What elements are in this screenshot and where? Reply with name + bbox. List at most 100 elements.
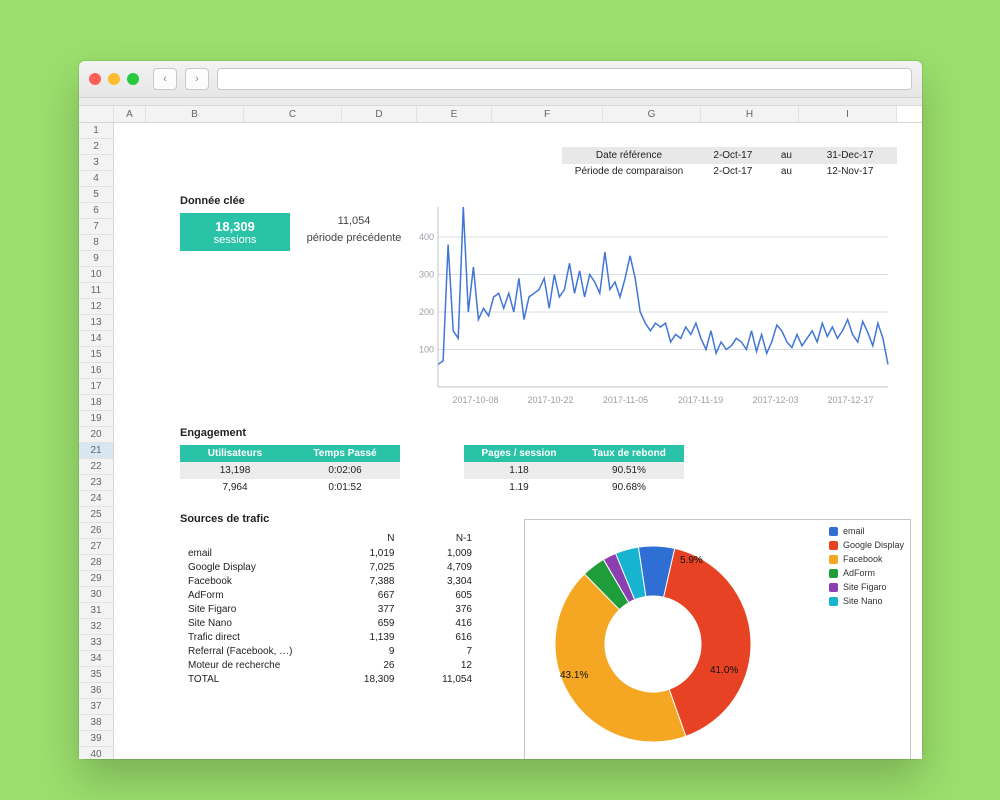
svg-text:2017-12-17: 2017-12-17 [827,395,873,405]
row-6[interactable]: 6 [79,203,113,219]
eng-left-r1c1: 13,198 [180,462,290,479]
row-18[interactable]: 18 [79,395,113,411]
source-row: Trafic direct 1,139 616 [180,630,480,644]
sheet-canvas[interactable]: Date référence 2-Oct-17 au 31-Dec-17 Pér… [114,123,922,759]
row-2[interactable]: 2 [79,139,113,155]
row-5[interactable]: 5 [79,187,113,203]
col-I[interactable]: I [799,106,897,122]
svg-text:200: 200 [419,307,434,317]
legend-item: Site Figaro [829,582,904,592]
close-icon[interactable] [89,73,101,85]
zoom-icon[interactable] [127,73,139,85]
col-H[interactable]: H [701,106,799,122]
row-24[interactable]: 24 [79,491,113,507]
svg-text:400: 400 [419,232,434,242]
svg-text:300: 300 [419,270,434,280]
eng-right-r1c1: 1.18 [464,462,574,479]
forward-button[interactable]: › [185,68,209,90]
row-17[interactable]: 17 [79,379,113,395]
donut-slice-label: 41.0% [710,665,738,676]
row-15[interactable]: 15 [79,347,113,363]
column-headers: A B C D E F G H I [79,106,922,123]
kpi-value: 18,309 [180,219,290,234]
row-36[interactable]: 36 [79,683,113,699]
row-29[interactable]: 29 [79,571,113,587]
row-28[interactable]: 28 [79,555,113,571]
col-D[interactable]: D [342,106,417,122]
row-33[interactable]: 33 [79,635,113,651]
date-range-box: Date référence 2-Oct-17 au 31-Dec-17 Pér… [562,147,897,179]
legend-item: email [829,526,904,536]
engagement-table-right: Pages / session Taux de rebond 1.18 90.5… [464,445,684,496]
row-12[interactable]: 12 [79,299,113,315]
sources-table: N N-1 email 1,019 1,009Google Display 7,… [180,531,480,686]
legend-item: Google Display [829,540,904,550]
row-1[interactable]: 1 [79,123,113,139]
date-cmp-label: Période de comparaison [562,164,696,179]
col-B[interactable]: B [146,106,244,122]
col-C[interactable]: C [244,106,342,122]
address-bar[interactable] [217,68,912,90]
source-row: Site Figaro 377 376 [180,602,480,616]
eng-right-r2c1: 1.19 [464,479,574,496]
eng-right-h2: Taux de rebond [574,445,684,462]
row-3[interactable]: 3 [79,155,113,171]
row-7[interactable]: 7 [79,219,113,235]
sessions-line-chart: 1002003004002017-10-082017-10-222017-11-… [406,199,896,409]
row-31[interactable]: 31 [79,603,113,619]
svg-text:100: 100 [419,345,434,355]
row-39[interactable]: 39 [79,731,113,747]
row-20[interactable]: 20 [79,427,113,443]
eng-left-h1: Utilisateurs [180,445,290,462]
back-button[interactable]: ‹ [153,68,177,90]
select-all-corner[interactable] [79,106,114,122]
date-au-1: au [770,147,804,164]
donut-legend: emailGoogle DisplayFacebookAdFormSite Fi… [829,526,904,610]
row-26[interactable]: 26 [79,523,113,539]
row-38[interactable]: 38 [79,715,113,731]
donut-slice-label: 43.1% [560,670,588,681]
row-34[interactable]: 34 [79,651,113,667]
row-37[interactable]: 37 [79,699,113,715]
row-10[interactable]: 10 [79,267,113,283]
row-8[interactable]: 8 [79,235,113,251]
engagement-table-left: Utilisateurs Temps Passé 13,198 0:02:06 … [180,445,400,496]
row-4[interactable]: 4 [79,171,113,187]
sources-col-n: N [325,531,403,546]
row-13[interactable]: 13 [79,315,113,331]
legend-swatch-icon [829,597,838,606]
row-23[interactable]: 23 [79,475,113,491]
legend-swatch-icon [829,555,838,564]
row-35[interactable]: 35 [79,667,113,683]
row-21[interactable]: 21 [79,443,113,459]
row-16[interactable]: 16 [79,363,113,379]
col-A[interactable]: A [114,106,146,122]
row-30[interactable]: 30 [79,587,113,603]
col-F[interactable]: F [492,106,603,122]
section-key-metric-title: Donnée clée [180,195,245,207]
eng-right-r1c2: 90.51% [574,462,684,479]
date-cmp-from: 2-Oct-17 [696,164,770,179]
minimize-icon[interactable] [108,73,120,85]
row-27[interactable]: 27 [79,539,113,555]
eng-right-r2c2: 90.68% [574,479,684,496]
toolbar-strip [79,98,922,106]
row-32[interactable]: 32 [79,619,113,635]
col-G[interactable]: G [603,106,701,122]
kpi-prev-label: période précédente [299,230,409,247]
row-25[interactable]: 25 [79,507,113,523]
kpi-previous: 11,054 période précédente [299,213,409,246]
eng-left-r2c1: 7,964 [180,479,290,496]
source-row: AdForm 667 605 [180,588,480,602]
row-22[interactable]: 22 [79,459,113,475]
row-19[interactable]: 19 [79,411,113,427]
row-11[interactable]: 11 [79,283,113,299]
row-14[interactable]: 14 [79,331,113,347]
source-row: Referral (Facebook, …) 9 7 [180,644,480,658]
eng-left-r2c2: 0:01:52 [290,479,400,496]
row-9[interactable]: 9 [79,251,113,267]
row-40[interactable]: 40 [79,747,113,759]
kpi-unit: sessions [180,234,290,246]
col-E[interactable]: E [417,106,492,122]
legend-swatch-icon [829,527,838,536]
